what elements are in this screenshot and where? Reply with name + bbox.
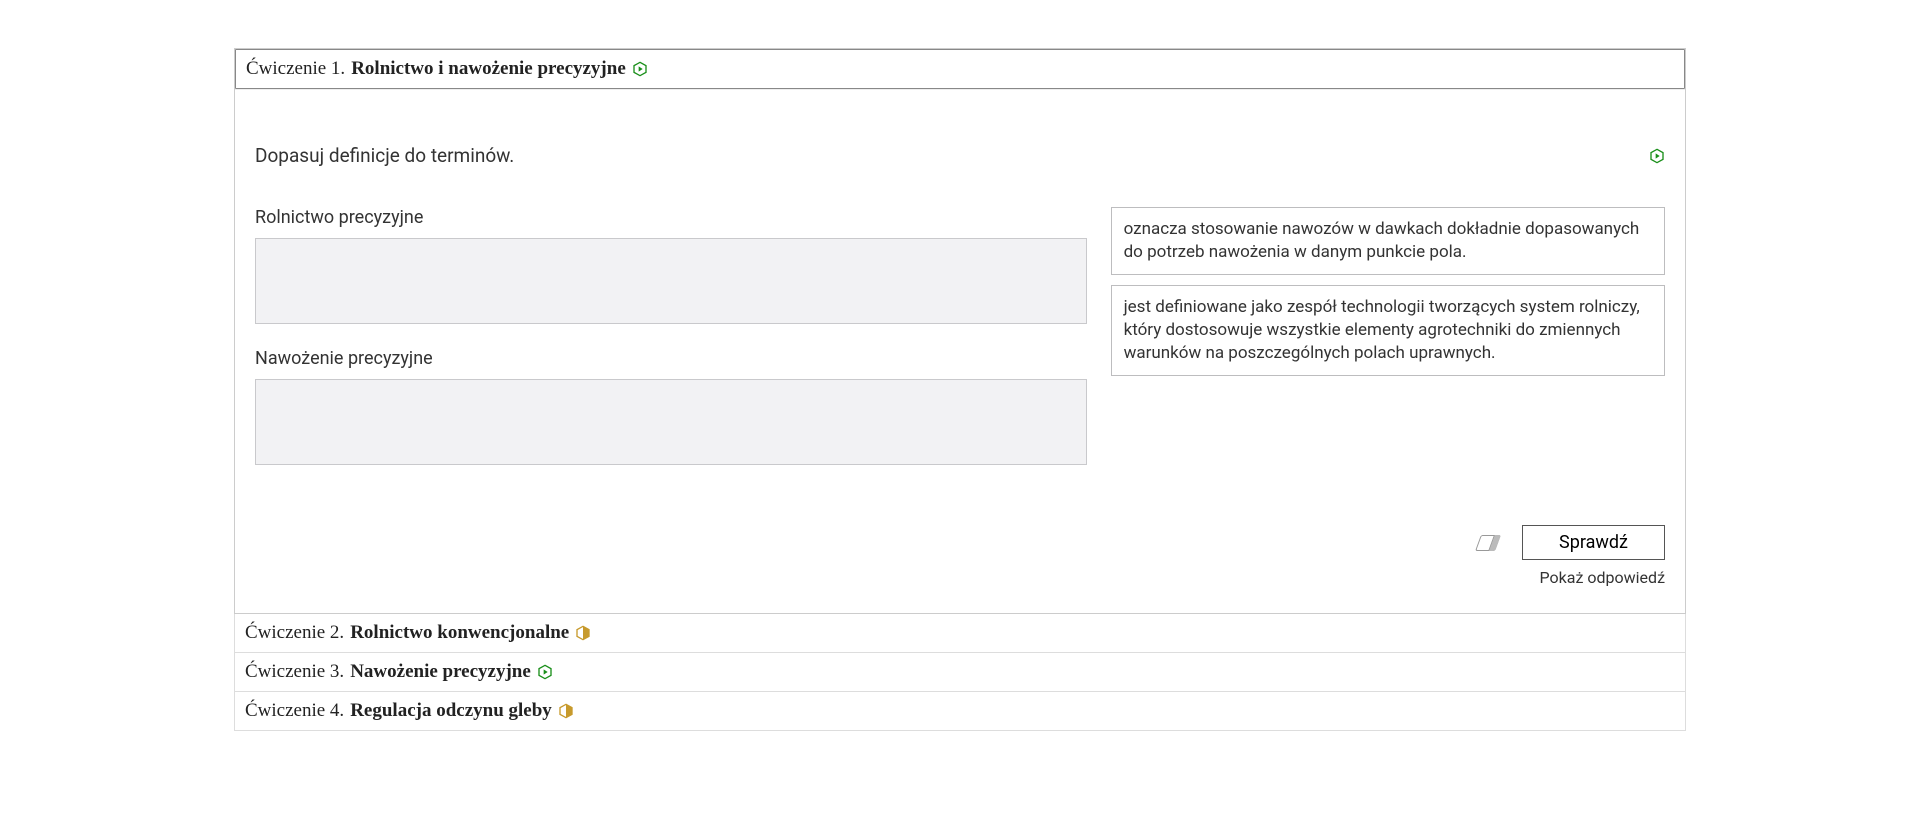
exercise-title: Regulacja odczynu gleby (350, 700, 552, 722)
difficulty-icon (575, 625, 591, 641)
check-button[interactable]: Sprawdź (1522, 525, 1665, 560)
exercise-header[interactable]: Ćwiczenie 2. Rolnictwo konwencjonalne (235, 614, 1685, 652)
instruction-text: Dopasuj definicje do terminów. (255, 144, 514, 167)
exercise-number: Ćwiczenie 3. (245, 661, 344, 683)
exercise-card-4: Ćwiczenie 4. Regulacja odczynu gleby (234, 692, 1686, 731)
footer-row: Sprawdź (255, 525, 1665, 560)
definition-card[interactable]: oznacza stosowanie nawozów w dawkach dok… (1111, 207, 1665, 275)
exercise-card-2: Ćwiczenie 2. Rolnictwo konwencjonalne (234, 614, 1686, 653)
exercise-number: Ćwiczenie 2. (245, 622, 344, 644)
definitions-column: oznacza stosowanie nawozów w dawkach dok… (1111, 207, 1665, 489)
exercise-card-1: Ćwiczenie 1. Rolnictwo i nawożenie precy… (234, 48, 1686, 614)
difficulty-icon (537, 664, 553, 680)
exercise-card-3: Ćwiczenie 3. Nawożenie precyzyjne (234, 653, 1686, 692)
exercise-title: Rolnictwo i nawożenie precyzyjne (351, 58, 626, 80)
exercise-header[interactable]: Ćwiczenie 1. Rolnictwo i nawożenie precy… (235, 49, 1685, 89)
difficulty-icon (632, 61, 648, 77)
exercise-title: Rolnictwo konwencjonalne (350, 622, 569, 644)
drop-zone-1[interactable] (255, 238, 1087, 324)
term-label: Nawożenie precyzyjne (255, 348, 1087, 369)
exercise-list: Ćwiczenie 1. Rolnictwo i nawożenie precy… (234, 48, 1686, 731)
difficulty-icon (1649, 148, 1665, 164)
exercise-header[interactable]: Ćwiczenie 4. Regulacja odczynu gleby (235, 692, 1685, 730)
definition-card[interactable]: jest definiowane jako zespół technologii… (1111, 285, 1665, 376)
terms-column: Rolnictwo precyzyjne Nawożenie precyzyjn… (255, 207, 1087, 489)
eraser-icon[interactable] (1475, 535, 1501, 551)
exercise-number: Ćwiczenie 4. (245, 700, 344, 722)
exercise-number: Ćwiczenie 1. (246, 58, 345, 80)
match-area: Rolnictwo precyzyjne Nawożenie precyzyjn… (255, 207, 1665, 489)
drop-zone-2[interactable] (255, 379, 1087, 465)
difficulty-icon (558, 703, 574, 719)
show-answer-link[interactable]: Pokaż odpowiedź (255, 568, 1665, 587)
term-label: Rolnictwo precyzyjne (255, 207, 1087, 228)
exercise-body: Dopasuj definicje do terminów. Rolnictwo… (235, 89, 1685, 613)
exercise-header[interactable]: Ćwiczenie 3. Nawożenie precyzyjne (235, 653, 1685, 691)
exercise-title: Nawożenie precyzyjne (350, 661, 531, 683)
